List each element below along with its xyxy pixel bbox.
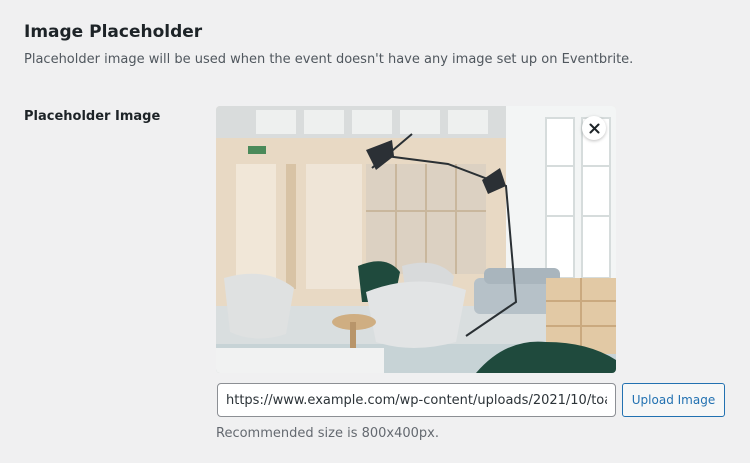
placeholder-image-preview — [216, 106, 616, 373]
remove-image-button[interactable] — [582, 116, 606, 140]
recommended-size-hint: Recommended size is 800x400px. — [216, 426, 439, 441]
close-icon — [589, 123, 599, 133]
upload-image-button[interactable]: Upload Image — [622, 383, 725, 417]
placeholder-image-label: Placeholder Image — [24, 109, 161, 124]
interior-photo — [216, 106, 616, 373]
image-url-input[interactable] — [217, 383, 616, 417]
section-title: Image Placeholder — [24, 22, 203, 42]
section-description: Placeholder image will be used when the … — [24, 52, 634, 67]
